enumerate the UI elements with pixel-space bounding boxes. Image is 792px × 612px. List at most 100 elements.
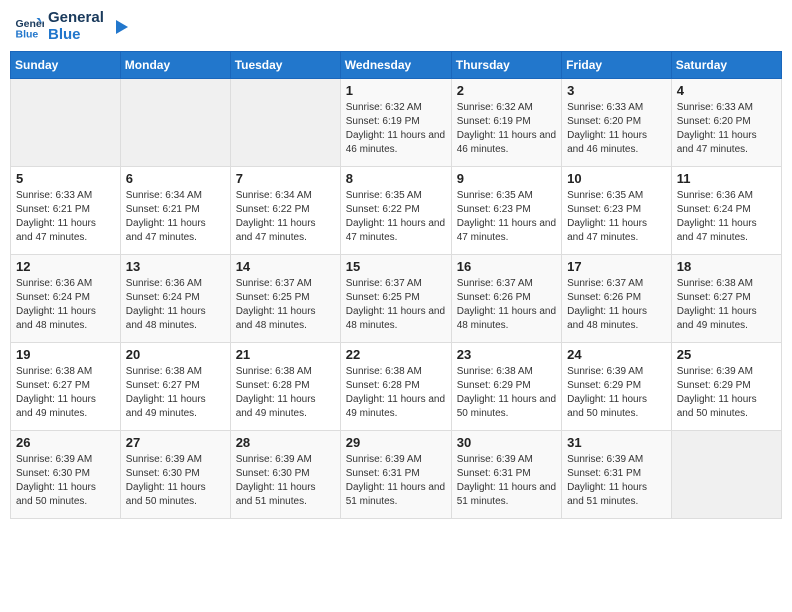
day-number: 7 xyxy=(236,171,335,186)
calendar-cell: 6Sunrise: 6:34 AMSunset: 6:21 PMDaylight… xyxy=(120,167,230,255)
day-info: Sunrise: 6:38 AMSunset: 6:28 PMDaylight:… xyxy=(236,365,335,421)
day-number: 8 xyxy=(346,171,446,186)
day-number: 2 xyxy=(457,83,556,98)
day-info: Sunrise: 6:38 AMSunset: 6:27 PMDaylight:… xyxy=(677,277,776,333)
day-info: Sunrise: 6:34 AMSunset: 6:22 PMDaylight:… xyxy=(236,189,335,245)
calendar-cell: 20 Sunrise: 6:38 AMSunset: 6:27 PMDayligh… xyxy=(120,343,230,431)
calendar-cell: 29 Sunrise: 6:39 AMSunset: 6:31 PMDayligh… xyxy=(340,431,451,519)
weekday-header-friday: Friday xyxy=(562,52,672,79)
day-number: 29 xyxy=(346,435,446,450)
logo-icon: General Blue xyxy=(14,12,44,42)
calendar-week-row: 1 Sunrise: 6:32 AMSunset: 6:19 PMDaylight… xyxy=(11,79,782,167)
day-info: Sunrise: 6:38 AMSunset: 6:27 PMDaylight:… xyxy=(126,365,225,421)
calendar-cell: 4 Sunrise: 6:33 AMSunset: 6:20 PMDaylight… xyxy=(671,79,781,167)
calendar-cell: 17 Sunrise: 6:37 AMSunset: 6:26 PMDayligh… xyxy=(562,255,672,343)
day-info: Sunrise: 6:39 AMSunset: 6:31 PMDaylight:… xyxy=(346,453,446,509)
calendar-table: SundayMondayTuesdayWednesdayThursdayFrid… xyxy=(10,51,782,519)
day-info: Sunrise: 6:33 AMSunset: 6:20 PMDaylight:… xyxy=(567,101,666,157)
day-number: 20 xyxy=(126,347,225,362)
day-info: Sunrise: 6:37 AMSunset: 6:25 PMDaylight:… xyxy=(346,277,446,333)
day-number: 22 xyxy=(346,347,446,362)
day-number: 5 xyxy=(16,171,115,186)
day-number: 3 xyxy=(567,83,666,98)
calendar-cell: 28Sunrise: 6:39 AMSunset: 6:30 PMDayligh… xyxy=(230,431,340,519)
day-number: 23 xyxy=(457,347,556,362)
day-info: Sunrise: 6:33 AMSunset: 6:20 PMDaylight:… xyxy=(677,101,776,157)
day-number: 1 xyxy=(346,83,446,98)
page-header: General Blue General Blue xyxy=(10,10,782,43)
calendar-cell: 18 Sunrise: 6:38 AMSunset: 6:27 PMDayligh… xyxy=(671,255,781,343)
day-info: Sunrise: 6:33 AMSunset: 6:21 PMDaylight:… xyxy=(16,189,115,245)
calendar-cell: 19Sunrise: 6:38 AMSunset: 6:27 PMDayligh… xyxy=(11,343,121,431)
calendar-cell xyxy=(120,79,230,167)
day-info: Sunrise: 6:32 AMSunset: 6:19 PMDaylight:… xyxy=(346,101,446,157)
day-info: Sunrise: 6:39 AMSunset: 6:30 PMDaylight:… xyxy=(16,453,115,509)
day-info: Sunrise: 6:35 AMSunset: 6:22 PMDaylight:… xyxy=(346,189,446,245)
day-number: 12 xyxy=(16,259,115,274)
day-number: 17 xyxy=(567,259,666,274)
logo: General Blue General Blue xyxy=(14,10,130,43)
day-info: Sunrise: 6:36 AMSunset: 6:24 PMDaylight:… xyxy=(16,277,115,333)
day-number: 9 xyxy=(457,171,556,186)
day-number: 24 xyxy=(567,347,666,362)
day-number: 15 xyxy=(346,259,446,274)
calendar-cell xyxy=(230,79,340,167)
day-number: 28 xyxy=(236,435,335,450)
calendar-cell: 26 Sunrise: 6:39 AMSunset: 6:30 PMDayligh… xyxy=(11,431,121,519)
calendar-cell: 14Sunrise: 6:37 AMSunset: 6:25 PMDayligh… xyxy=(230,255,340,343)
day-info: Sunrise: 6:36 AMSunset: 6:24 PMDaylight:… xyxy=(677,189,776,245)
day-info: Sunrise: 6:37 AMSunset: 6:26 PMDaylight:… xyxy=(457,277,556,333)
calendar-cell: 24Sunrise: 6:39 AMSunset: 6:29 PMDayligh… xyxy=(562,343,672,431)
calendar-cell: 9Sunrise: 6:35 AMSunset: 6:23 PMDaylight… xyxy=(451,167,561,255)
day-info: Sunrise: 6:39 AMSunset: 6:31 PMDaylight:… xyxy=(567,453,666,509)
day-number: 21 xyxy=(236,347,335,362)
calendar-cell: 11 Sunrise: 6:36 AMSunset: 6:24 PMDayligh… xyxy=(671,167,781,255)
calendar-cell: 22 Sunrise: 6:38 AMSunset: 6:28 PMDayligh… xyxy=(340,343,451,431)
weekday-header-thursday: Thursday xyxy=(451,52,561,79)
day-number: 6 xyxy=(126,171,225,186)
calendar-cell: 5 Sunrise: 6:33 AMSunset: 6:21 PMDaylight… xyxy=(11,167,121,255)
weekday-header-sunday: Sunday xyxy=(11,52,121,79)
weekday-header-monday: Monday xyxy=(120,52,230,79)
calendar-week-row: 12 Sunrise: 6:36 AMSunset: 6:24 PMDayligh… xyxy=(11,255,782,343)
calendar-cell xyxy=(11,79,121,167)
day-info: Sunrise: 6:38 AMSunset: 6:28 PMDaylight:… xyxy=(346,365,446,421)
day-number: 16 xyxy=(457,259,556,274)
day-number: 18 xyxy=(677,259,776,274)
day-number: 25 xyxy=(677,347,776,362)
calendar-cell: 21 Sunrise: 6:38 AMSunset: 6:28 PMDayligh… xyxy=(230,343,340,431)
day-info: Sunrise: 6:35 AMSunset: 6:23 PMDaylight:… xyxy=(567,189,666,245)
weekday-header-row: SundayMondayTuesdayWednesdayThursdayFrid… xyxy=(11,52,782,79)
calendar-cell: 31 Sunrise: 6:39 AMSunset: 6:31 PMDayligh… xyxy=(562,431,672,519)
logo-arrow-icon xyxy=(108,16,130,38)
day-number: 11 xyxy=(677,171,776,186)
calendar-cell: 12 Sunrise: 6:36 AMSunset: 6:24 PMDayligh… xyxy=(11,255,121,343)
day-number: 30 xyxy=(457,435,556,450)
calendar-week-row: 19Sunrise: 6:38 AMSunset: 6:27 PMDayligh… xyxy=(11,343,782,431)
day-number: 10 xyxy=(567,171,666,186)
day-info: Sunrise: 6:37 AMSunset: 6:26 PMDaylight:… xyxy=(567,277,666,333)
calendar-cell: 23 Sunrise: 6:38 AMSunset: 6:29 PMDayligh… xyxy=(451,343,561,431)
calendar-cell: 3 Sunrise: 6:33 AMSunset: 6:20 PMDaylight… xyxy=(562,79,672,167)
day-info: Sunrise: 6:36 AMSunset: 6:24 PMDaylight:… xyxy=(126,277,225,333)
calendar-cell xyxy=(671,431,781,519)
calendar-cell: 7 Sunrise: 6:34 AMSunset: 6:22 PMDaylight… xyxy=(230,167,340,255)
calendar-cell: 16 Sunrise: 6:37 AMSunset: 6:26 PMDayligh… xyxy=(451,255,561,343)
day-info: Sunrise: 6:37 AMSunset: 6:25 PMDaylight:… xyxy=(236,277,335,333)
calendar-cell: 25 Sunrise: 6:39 AMSunset: 6:29 PMDayligh… xyxy=(671,343,781,431)
calendar-cell: 13 Sunrise: 6:36 AMSunset: 6:24 PMDayligh… xyxy=(120,255,230,343)
svg-text:Blue: Blue xyxy=(16,28,39,40)
day-info: Sunrise: 6:38 AMSunset: 6:29 PMDaylight:… xyxy=(457,365,556,421)
calendar-cell: 8 Sunrise: 6:35 AMSunset: 6:22 PMDaylight… xyxy=(340,167,451,255)
logo-general: General xyxy=(48,10,104,27)
day-number: 26 xyxy=(16,435,115,450)
calendar-week-row: 5 Sunrise: 6:33 AMSunset: 6:21 PMDaylight… xyxy=(11,167,782,255)
calendar-cell: 1 Sunrise: 6:32 AMSunset: 6:19 PMDaylight… xyxy=(340,79,451,167)
day-number: 31 xyxy=(567,435,666,450)
calendar-cell: 15 Sunrise: 6:37 AMSunset: 6:25 PMDayligh… xyxy=(340,255,451,343)
day-number: 13 xyxy=(126,259,225,274)
weekday-header-saturday: Saturday xyxy=(671,52,781,79)
day-info: Sunrise: 6:38 AMSunset: 6:27 PMDaylight:… xyxy=(16,365,115,421)
day-info: Sunrise: 6:39 AMSunset: 6:29 PMDaylight:… xyxy=(677,365,776,421)
day-number: 4 xyxy=(677,83,776,98)
